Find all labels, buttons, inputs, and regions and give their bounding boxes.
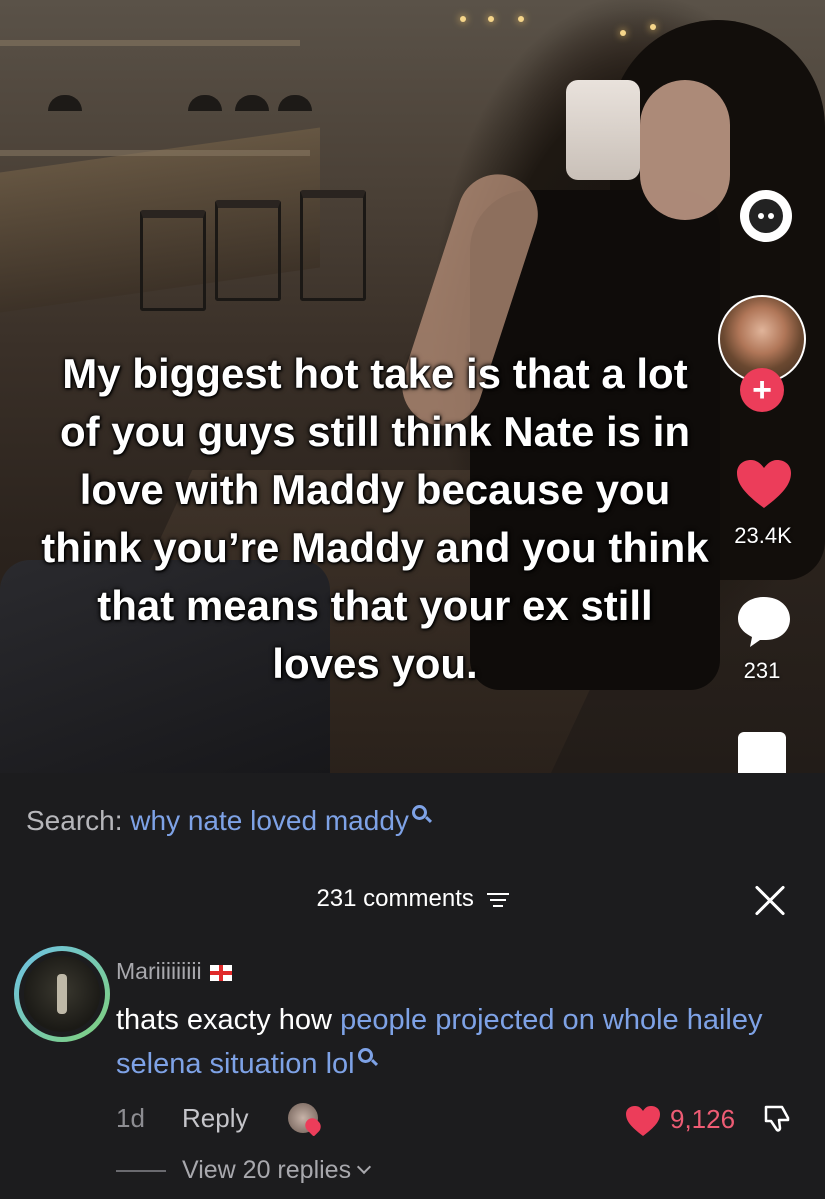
bookmark-icon[interactable] (738, 732, 786, 775)
pendant-lamp (278, 95, 312, 111)
search-query-link[interactable]: why nate loved maddy (130, 805, 409, 836)
pendant-lamp (48, 95, 82, 111)
comments-count-title: 231 comments (316, 885, 474, 912)
ceiling-light (488, 16, 494, 22)
ceiling-light (650, 24, 656, 30)
bar-stool (215, 200, 281, 301)
view-replies-button[interactable]: View 20 replies (182, 1156, 372, 1185)
georgia-flag-icon (209, 964, 232, 981)
search-icon (411, 805, 427, 820)
comment-text-plain: thats exacty how (116, 1004, 341, 1036)
commenter-avatar[interactable] (14, 946, 110, 1042)
divider-line (116, 1170, 166, 1172)
like-heart-icon[interactable] (735, 458, 793, 510)
shelf (0, 40, 300, 46)
search-prefix: Search: (26, 805, 123, 836)
face-effect-icon (749, 199, 783, 233)
person-face (640, 80, 730, 220)
comment-age: 1d (116, 1103, 145, 1133)
close-icon[interactable] (752, 883, 788, 919)
follow-button[interactable]: + (740, 368, 784, 412)
video-player[interactable]: My biggest hot take is that a lot of you… (0, 0, 825, 775)
search-suggestion[interactable]: Search: why nate loved maddy (26, 805, 427, 837)
reply-button[interactable]: Reply (182, 1103, 248, 1134)
comment-text: thats exacty how people projected on who… (116, 998, 796, 1086)
comment-bubble-icon[interactable] (736, 595, 792, 647)
username-text: Mariiiiiiiii (116, 958, 202, 984)
comment-like-count: 9,126 (670, 1104, 736, 1134)
view-replies-label: View 20 replies (182, 1156, 352, 1184)
shelf (0, 150, 310, 156)
ceiling-light (460, 16, 466, 22)
comments-header: 231 comments (0, 885, 825, 913)
pendant-lamp (188, 95, 222, 111)
ceiling-light (518, 16, 524, 22)
like-count: 23.4K (734, 523, 792, 548)
dislike-icon[interactable] (762, 1103, 792, 1133)
comment-like-heart-icon[interactable] (625, 1105, 661, 1137)
bar-stool (300, 190, 366, 301)
sort-icon[interactable] (486, 891, 509, 909)
ceiling-light (620, 30, 626, 36)
search-icon (357, 1048, 373, 1063)
chevron-down-icon (357, 1159, 372, 1175)
video-caption: My biggest hot take is that a lot of you… (41, 350, 709, 687)
pendant-lamp (235, 95, 269, 111)
phone (566, 80, 640, 180)
commenter-username[interactable]: Mariiiiiiiii (116, 958, 232, 985)
effect-button[interactable] (740, 190, 792, 242)
comment-count: 231 (743, 658, 781, 683)
bar-stool (140, 210, 206, 311)
